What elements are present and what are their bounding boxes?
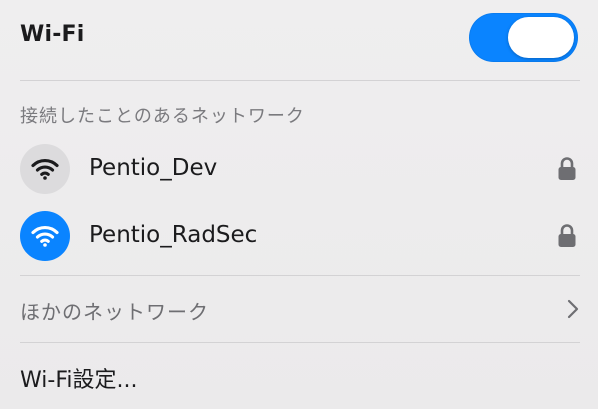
divider [20,275,580,276]
wifi-icon [20,144,70,194]
network-row-pentio-radsec[interactable]: Pentio_RadSec [0,203,598,267]
known-networks-title: 接続したことのあるネットワーク [20,106,305,127]
wifi-menu-panel: Wi-Fi 接続したことのあるネットワーク Pentio_Dev Pentio_… [0,0,598,409]
wifi-toggle[interactable] [469,13,578,62]
toggle-knob [508,17,574,58]
lock-icon [556,156,578,182]
network-name: Pentio_Dev [89,155,218,181]
wifi-title: Wi-Fi [20,22,85,47]
wifi-settings-label: Wi-Fi設定... [20,368,138,393]
divider [20,80,580,81]
other-networks-row[interactable]: ほかのネットワーク [0,278,598,340]
lock-icon [556,223,578,249]
wifi-settings-row[interactable]: Wi-Fi設定... [0,346,598,406]
other-networks-label: ほかのネットワーク [20,300,209,324]
network-name: Pentio_RadSec [89,222,258,248]
chevron-right-icon [566,298,580,320]
wifi-header: Wi-Fi [0,0,598,80]
divider [20,342,580,343]
wifi-connected-icon [20,211,70,261]
network-row-pentio-dev[interactable]: Pentio_Dev [0,136,598,200]
